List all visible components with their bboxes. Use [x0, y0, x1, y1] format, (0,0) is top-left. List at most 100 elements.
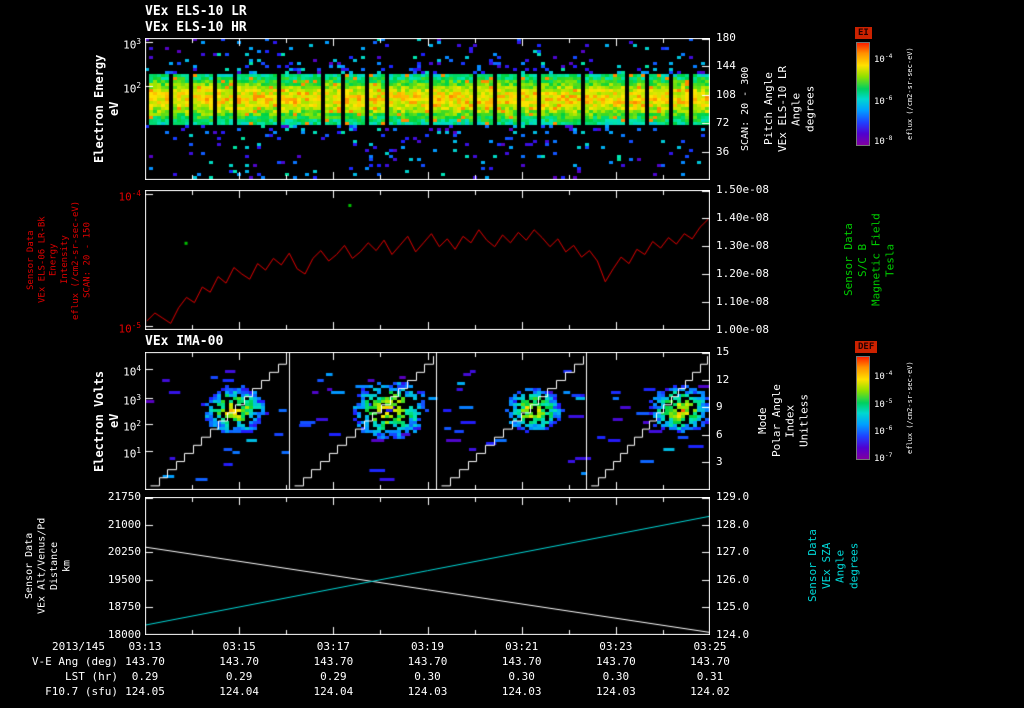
exponent: -5 — [131, 320, 141, 330]
ima_spectrogram-left-tick-label: 104 — [123, 363, 141, 379]
panel1-right-axis-title: Pitch Angle VEx ELS-10 LR Angle degrees — [762, 38, 817, 180]
panel3-title: VEx IMA-00 — [145, 334, 224, 349]
annotation-row-value: 143.70 — [501, 655, 542, 668]
ima_spectrogram-left-tick-label: 103 — [123, 392, 141, 408]
panel4-right-axis-title-line: degrees — [847, 542, 861, 590]
panel2-right-axis-title-line: Magnetic Field — [869, 213, 883, 307]
panel2-right-axis-title-line: Tesla — [883, 243, 897, 277]
panel2-right-axis-title-line: S/C B — [855, 243, 869, 277]
exponent: 2 — [136, 418, 141, 428]
annotation-row-value: 124.03 — [595, 685, 636, 698]
ephemeris-left-tick-label: 18750 — [107, 600, 141, 614]
annotation-row-value: 124.04 — [313, 685, 354, 698]
annotation-row-value: 143.70 — [595, 655, 636, 668]
panel3-left-axis-title-line: Electron Volts — [92, 370, 106, 472]
exponent: -4 — [884, 52, 893, 60]
ephemeris-right-tick-label: 127.0 — [716, 545, 750, 559]
ima-colorbar-title-chip: DEF — [855, 341, 878, 353]
ima_spectrogram-right-tick-label: 12 — [716, 372, 730, 386]
ima-colorbar-units-text: eflux (/cm2-sr-sec-eV) — [906, 361, 914, 455]
panel3-right-axis-title-line: Index — [783, 404, 797, 438]
annotation-row-value: 143.70 — [407, 655, 448, 668]
els_spectrogram-right-tick-label: 36 — [716, 144, 730, 158]
ephemeris-right-tick-label: 129.0 — [716, 490, 750, 503]
panel1-title-line1: VEx ELS-10 LR — [145, 4, 247, 19]
els_spectrogram-right-tick-label: 180 — [716, 31, 736, 44]
ephemeris-right-tick-label: 125.0 — [716, 600, 750, 614]
els-colorbar-units-label: eflux (/cm2-sr-sec-eV) — [906, 42, 915, 146]
time-tick-label: 03:19 — [410, 640, 445, 653]
annotation-row-value: 124.02 — [690, 685, 730, 698]
els_spectrogram-right-tick-label: 72 — [716, 116, 730, 130]
panel3-right-axis-title: Mode Polar Angle Index Unitless — [756, 352, 811, 490]
ima-colorbar-tick-label: 10-7 — [874, 451, 893, 464]
els-colorbar-tick-label: 10-4 — [874, 52, 893, 65]
ima_spectrogram-left-tick-label: 102 — [123, 418, 141, 434]
panel3-left-axis-title-line: eV — [107, 413, 121, 429]
ima-colorbar-tick-label: 10-6 — [874, 424, 893, 437]
ima_spectrogram-left-tick-label: 101 — [123, 446, 141, 462]
time-tick-label: 03:21 — [505, 640, 539, 653]
els06_intensity-right-tick-label: 1.20e-08 — [716, 267, 769, 280]
els-colorbar-gradient — [856, 42, 870, 146]
ima-colorbar-tick-label: 10-5 — [874, 397, 893, 410]
els-colorbar-tick-label: 10-6 — [874, 95, 893, 108]
els_spectrogram-canvas — [145, 38, 710, 180]
panel1-scan-label-line: SCAN: 20 - 300 — [740, 66, 751, 152]
vex-quicklook-window: VEx ELS-10 LR VEx ELS-10 HR VEx IMA-00 1… — [0, 0, 1024, 708]
ephemeris-left-tick-label: 21000 — [107, 517, 141, 531]
annotation-row-value: 124.05 — [125, 685, 165, 698]
exponent: 1 — [136, 446, 141, 456]
panel4-left-axis-title: Sensor Data VEx Alt/Venus/Pd Distance km — [24, 497, 74, 635]
panel1-right-axis-title-line: Angle — [789, 92, 803, 126]
time-tick-label: 03:23 — [599, 640, 633, 653]
panel2-left-axis-title-line: Sensor Data — [26, 230, 36, 290]
panel2-left-axis-title-line: Energy — [48, 243, 59, 277]
panel4-right-axis-title-line: Angle — [833, 549, 847, 583]
panel2-left-axis-title-line: Intensity — [59, 235, 70, 285]
panel1-title-line2: VEx ELS-10 HR — [145, 20, 247, 35]
annotation-row-value: 0.30 — [508, 670, 535, 683]
panel4-left-axis-title-line: Distance — [49, 541, 60, 591]
els_spectrogram-right-tick-label: 108 — [716, 87, 736, 101]
exponent: -5 — [884, 397, 893, 405]
annotation-row-value: 143.70 — [690, 655, 730, 668]
panel3-right-axis-title-line: Mode — [756, 407, 769, 435]
annotation-row-value: 124.03 — [407, 685, 448, 698]
panel3-left-axis-title: Electron Volts eV — [92, 352, 122, 490]
ima_spectrogram-right-tick-label: 6 — [716, 427, 723, 441]
ephemeris-left-tick-label: 21750 — [107, 490, 141, 503]
exponent: 3 — [136, 392, 141, 402]
els06_intensity-right-tick-label: 1.40e-08 — [716, 211, 769, 224]
panel2-right-axis-title: Sensor Data S/C B Magnetic Field Tesla — [842, 190, 897, 330]
exponent: -4 — [131, 189, 141, 199]
els_spectrogram-left-tick-label: 102 — [123, 81, 141, 96]
panel2-left-axis-title-line: eflux (/cm2-sr-sec-eV) — [71, 200, 81, 320]
panel3-right-axis-title-line: Unitless — [797, 394, 811, 448]
exponent: -6 — [884, 95, 893, 103]
exponent: 4 — [136, 363, 141, 373]
panel4-left-axis-title-line: VEx Alt/Venus/Pd — [36, 517, 48, 615]
els06_intensity-left-tick-label: 10-5 — [118, 320, 141, 336]
els-colorbar-title-chip: EI — [855, 27, 872, 39]
panel4-right-axis-title: Sensor Data VEx SZA Angle degrees — [806, 497, 861, 635]
panel4-right-axis-title-line: Sensor Data — [806, 529, 819, 603]
panel1-left-axis-title-line: eV — [107, 101, 121, 117]
panel1-right-axis-title-line: VEx ELS-10 LR — [775, 65, 789, 153]
ephemeris-left-tick-label: 19500 — [107, 572, 141, 586]
panel4-right-axis-title-line: VEx SZA — [819, 542, 833, 590]
ima-colorbar-units-label: eflux (/cm2-sr-sec-eV) — [906, 356, 915, 460]
annotation-row-value: 0.31 — [696, 670, 724, 683]
ephemeris-right-tick-label: 128.0 — [716, 517, 750, 531]
ima-colorbar-tick-label: 10-4 — [874, 369, 893, 382]
annotation-row-value: 0.29 — [225, 670, 253, 683]
exponent: -7 — [884, 451, 893, 459]
annotation-row-value: 0.30 — [602, 670, 630, 683]
panel1-right-axis-title-line: Pitch Angle — [762, 72, 775, 146]
ima_spectrogram-right-tick-label: 3 — [716, 455, 723, 469]
ima_spectrogram-canvas — [145, 352, 710, 490]
annotation-row-value: 124.03 — [501, 685, 542, 698]
panel2-left-axis-title-line: SCAN: 20 - 150 — [82, 222, 93, 298]
panel2-right-axis-title-line: Sensor Data — [842, 223, 855, 297]
time-tick-label: 03:13 — [128, 640, 162, 653]
